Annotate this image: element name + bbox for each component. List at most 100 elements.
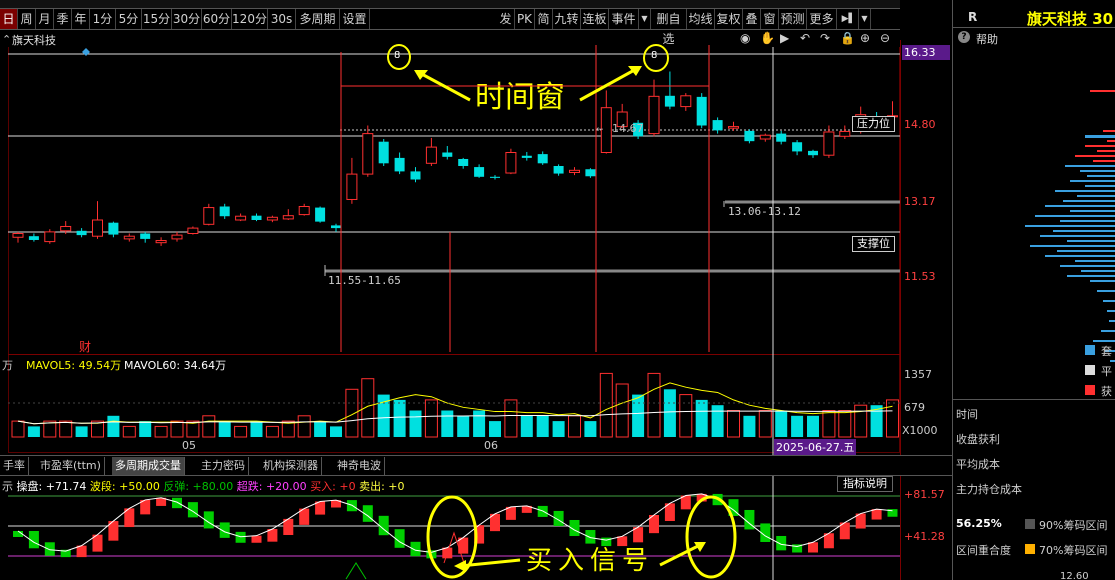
tab-turnover[interactable]: 手率 (0, 457, 29, 475)
collapse-panel-icon[interactable]: ▶▌ (839, 9, 859, 29)
candle-body (521, 155, 532, 158)
date-tag: 2025-06-27.五 (774, 439, 857, 455)
period-8[interactable]: 30分 (172, 9, 202, 29)
period-6[interactable]: 5分 (116, 9, 142, 29)
candle-body (76, 230, 87, 236)
play-icon[interactable]: ▶ (780, 31, 789, 45)
chip-bar (1067, 275, 1115, 277)
period-4[interactable]: 年 (72, 9, 90, 29)
candle-body (680, 95, 692, 108)
bottom-number: 12.60 (1060, 571, 1089, 580)
period-3[interactable]: 季 (54, 9, 72, 29)
help-label[interactable]: 帮助 (976, 31, 998, 47)
indicator-help-button[interactable]: 指标说明 (837, 476, 893, 492)
tab-main-password[interactable]: 主力密码 (198, 457, 249, 475)
market-tag: R (968, 10, 978, 24)
candle-body (346, 173, 358, 200)
help-icon[interactable]: ? (958, 31, 970, 43)
toolbar-right-7[interactable]: 均线 (687, 9, 715, 29)
candle-body (823, 131, 835, 156)
candle-body (648, 95, 660, 135)
tab-pe-ttm[interactable]: 市盈率(ttm) (37, 457, 105, 475)
finance-marker[interactable]: 财 (79, 338, 91, 355)
period-0[interactable]: 日 (0, 9, 18, 29)
candle-body (696, 96, 707, 126)
chip-bar (1097, 150, 1115, 152)
price-chart[interactable]: ← (8, 47, 900, 354)
indicator-item-3: 超跌: +20.00 (236, 480, 311, 493)
axis-14-80: 14.80 (904, 118, 936, 131)
high-arrow: ← (596, 125, 604, 135)
candle-body (362, 133, 374, 175)
volume-bar (441, 410, 454, 437)
stock-name: 旗天科技 (12, 34, 56, 47)
zoom-out-icon[interactable]: ⊖ (880, 31, 890, 45)
chip-bar (1057, 250, 1115, 252)
indicator-bar (44, 542, 55, 556)
volume-bar (202, 415, 216, 438)
indicator-legend: 示 操盘: +71.74 波段: +50.00 反弹: +80.00 超跌: +… (2, 478, 405, 493)
volume-bar (743, 415, 756, 437)
period-7[interactable]: 15分 (142, 9, 172, 29)
chip-bar (1075, 155, 1115, 157)
period-2[interactable]: 月 (36, 9, 54, 29)
candle-body (490, 176, 500, 178)
period-13[interactable]: 设置 (340, 9, 370, 29)
axis-11-53: 11.53 (904, 270, 936, 283)
candle-body (553, 166, 564, 174)
lock-icon[interactable]: 🔒 (840, 31, 855, 45)
tab-magic-wave[interactable]: 神奇电波 (334, 457, 385, 475)
period-1[interactable]: 周 (18, 9, 36, 29)
volume-bar (775, 410, 788, 437)
hand-icon[interactable]: ✋ (760, 31, 775, 45)
toolbar-right-0[interactable]: 发 (497, 9, 515, 29)
chart-menu-icon[interactable]: ⌃ (2, 33, 11, 46)
volume-chart[interactable] (8, 370, 900, 438)
indicator-item-2: 反弹: +80.00 (163, 480, 237, 493)
period-10[interactable]: 120分 (232, 9, 268, 29)
indicator-bar (235, 531, 246, 543)
toolbar-right-10[interactable]: 窗 (761, 9, 779, 29)
volume-bar (536, 415, 549, 437)
eye-icon[interactable]: ◉ (740, 31, 750, 45)
chip-bar (1110, 360, 1115, 362)
redo-icon[interactable]: ↷ (820, 31, 830, 45)
events-dropdown-icon[interactable]: ▼ (639, 9, 651, 29)
toolbar-right-12[interactable]: 更多 (807, 9, 837, 29)
zoom-in-icon[interactable]: ⊕ (860, 31, 870, 45)
candle-body (585, 169, 596, 177)
volume-bar (314, 421, 327, 437)
candle-body (792, 142, 803, 152)
volume-bar (234, 425, 248, 438)
volume-bar (647, 372, 661, 438)
toolbar-right-9[interactable]: 叠 (743, 9, 761, 29)
chip-bar (1060, 265, 1115, 267)
volume-bar (822, 410, 836, 438)
period-12[interactable]: 多周期 (296, 9, 340, 29)
right-title: 旗天科技 30 (1027, 10, 1114, 28)
toolbar-right-2[interactable]: 简 (535, 9, 553, 29)
right-title-line (952, 27, 1115, 28)
annotation-buy-signal: 买入信号 (526, 546, 655, 576)
undo-icon[interactable]: ↶ (800, 31, 810, 45)
period-5[interactable]: 1分 (90, 9, 116, 29)
tab-institution-detector[interactable]: 机构探测器 (260, 457, 322, 475)
indicator-chart[interactable] (8, 493, 900, 580)
candle-body (458, 158, 469, 166)
toolbar-right-4[interactable]: 连板 (581, 9, 609, 29)
period-9[interactable]: 60分 (202, 9, 232, 29)
chip-bar (1040, 235, 1115, 237)
period-11[interactable]: 30s (268, 9, 296, 29)
tab-multi-volume[interactable]: 多周期成交量 (112, 457, 185, 475)
candle-body (155, 240, 167, 244)
high-marker: 14.67 (612, 122, 644, 135)
toolbar-right-11[interactable]: 预测 (779, 9, 807, 29)
toolbar-right-5[interactable]: 事件 (609, 9, 639, 29)
toolbar-right-8[interactable]: 复权 (715, 9, 743, 29)
toolbar-right-6[interactable]: 删自选 (651, 9, 687, 46)
candle-body (808, 150, 818, 156)
toolbar-right-1[interactable]: PK (515, 9, 535, 29)
chip-bar (1107, 310, 1115, 312)
toolbar-right-3[interactable]: 九转 (553, 9, 581, 29)
more-dropdown-icon[interactable]: ▼ (859, 9, 871, 29)
